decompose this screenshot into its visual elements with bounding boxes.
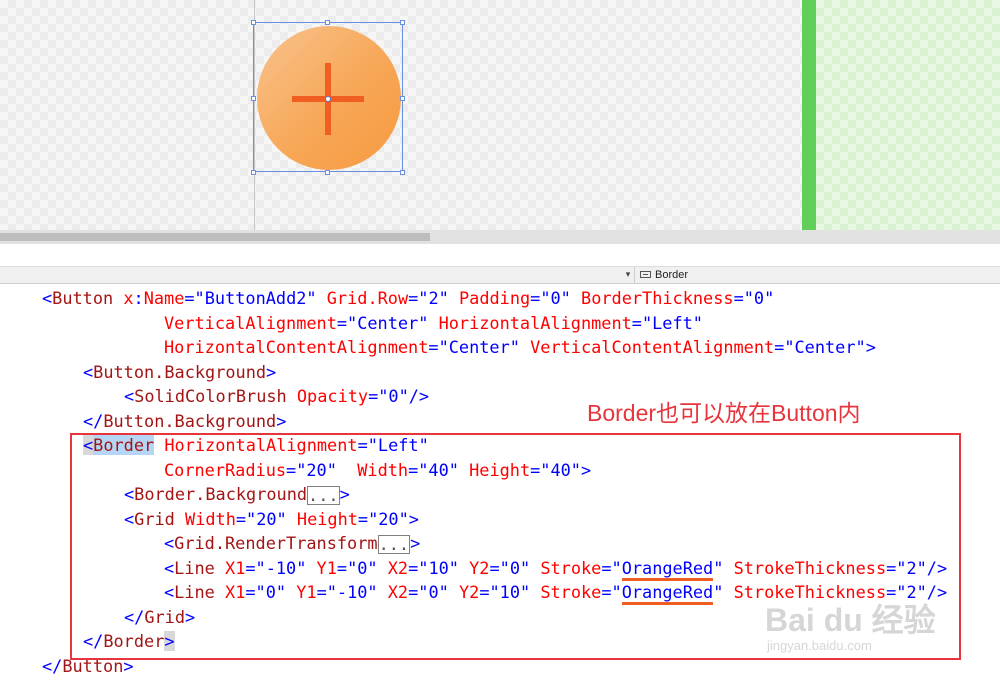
resize-handle-left[interactable] [251,96,256,101]
code-token: Opacity [286,386,369,406]
resize-handle-bottom-left[interactable] [251,170,256,175]
resize-handle-bottom[interactable] [325,170,330,175]
code-token: x [113,288,134,308]
code-token: Button [52,288,114,308]
code-line[interactable]: <Button x:Name="ButtonAdd2" Grid.Row="2"… [42,286,774,310]
xaml-breadcrumb-bar: ▾ Border [0,266,1000,284]
code-token: HorizontalContentAlignment [164,337,429,357]
scrollbar-thumb[interactable] [0,233,430,241]
code-token: ="Center" [428,337,520,357]
resize-handle-top-left[interactable] [251,20,256,25]
code-token: Name [143,288,185,308]
code-token: Button.Background [93,361,267,382]
code-token: < [83,361,94,382]
code-line[interactable]: HorizontalContentAlignment="Center" Vert… [164,335,876,359]
code-line[interactable]: VerticalAlignment="Center" HorizontalAli… [164,311,703,335]
code-token: ="Left" [631,312,703,333]
annotation-highlight-box [70,433,961,660]
code-token: HorizontalAlignment [428,312,632,333]
resize-handle-bottom-right[interactable] [400,170,405,175]
code-token: </ [42,655,63,676]
code-line[interactable]: <Button.Background> [83,360,276,384]
code-token: > [276,410,287,431]
resize-handle-right[interactable] [400,96,405,101]
code-token: Button.Background [103,410,277,431]
element-icon [640,271,651,278]
code-token: Padding [448,288,531,308]
code-token: ="2" [408,288,449,308]
code-token: ="0" [733,288,775,308]
code-line[interactable]: </Button.Background> [83,409,286,433]
code-token: BorderThickness [570,288,734,308]
horizontal-scrollbar[interactable] [0,230,1000,244]
code-token: VerticalAlignment [164,312,337,333]
code-token: ="Center" [336,312,429,333]
code-token: VerticalContentAlignment [519,337,775,357]
center-point[interactable] [325,96,331,102]
code-token: ="Center"> [774,337,876,357]
xaml-designer-canvas[interactable] [0,0,1000,230]
green-grid-region [816,0,1000,230]
green-column-separator [802,0,816,230]
code-token: < [124,386,135,406]
code-token: > [266,361,277,382]
breadcrumb-dropdown-icon[interactable]: ▾ [622,267,635,283]
code-token: ="0" [530,288,571,308]
resize-handle-top[interactable] [325,20,330,25]
code-token: < [42,288,53,308]
breadcrumb-label[interactable]: Border [655,267,688,283]
code-line[interactable]: <SolidColorBrush Opacity="0"/> [124,384,429,408]
code-token: ="0"/> [368,386,430,406]
code-token: ="ButtonAdd2" [184,288,317,308]
code-token: : [133,288,144,308]
code-token: Grid.Row [316,288,409,308]
resize-handle-top-right[interactable] [400,20,405,25]
code-token: SolidColorBrush [134,386,287,406]
annotation-text: Border也可以放在Button内 [587,400,861,426]
code-token: </ [83,410,104,431]
